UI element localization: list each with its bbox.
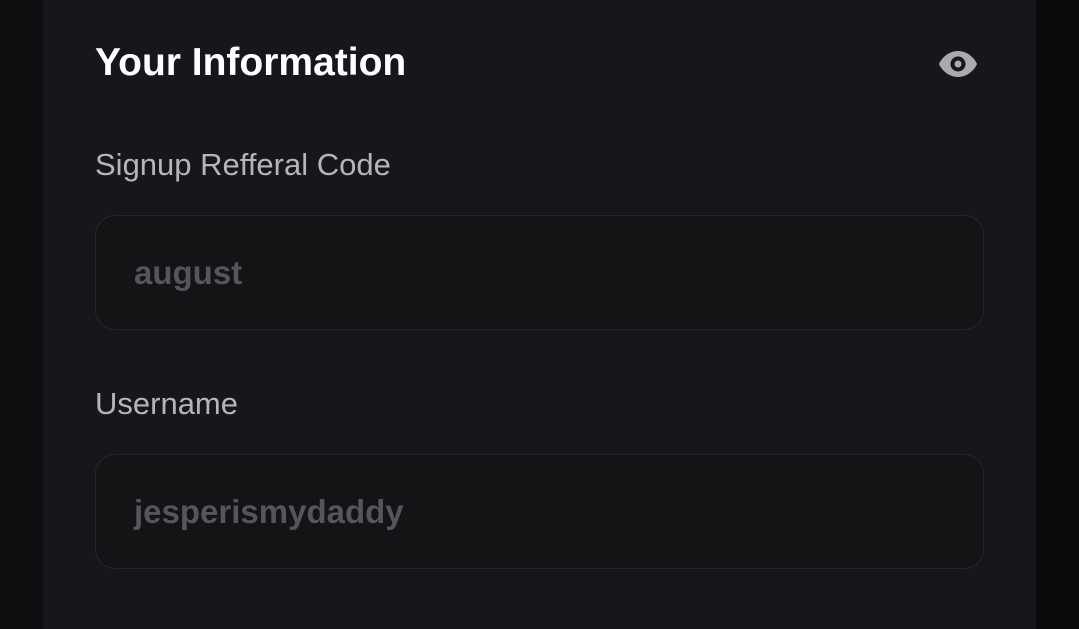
username-label: Username (95, 386, 238, 421)
username-field[interactable]: jesperismydaddy (95, 454, 984, 569)
toggle-visibility-button[interactable] (936, 44, 980, 84)
right-edge-shadow (1036, 0, 1079, 629)
section-title: Your Information (95, 41, 407, 84)
referral-code-label: Signup Refferal Code (95, 147, 391, 182)
referral-code-value: august (134, 253, 243, 291)
eye-icon (939, 51, 977, 77)
username-value: jesperismydaddy (134, 492, 404, 530)
page: Your Information Signup Refferal Code au… (0, 0, 1079, 629)
information-card: Your Information Signup Refferal Code au… (43, 0, 1036, 629)
referral-code-field[interactable]: august (95, 215, 984, 330)
